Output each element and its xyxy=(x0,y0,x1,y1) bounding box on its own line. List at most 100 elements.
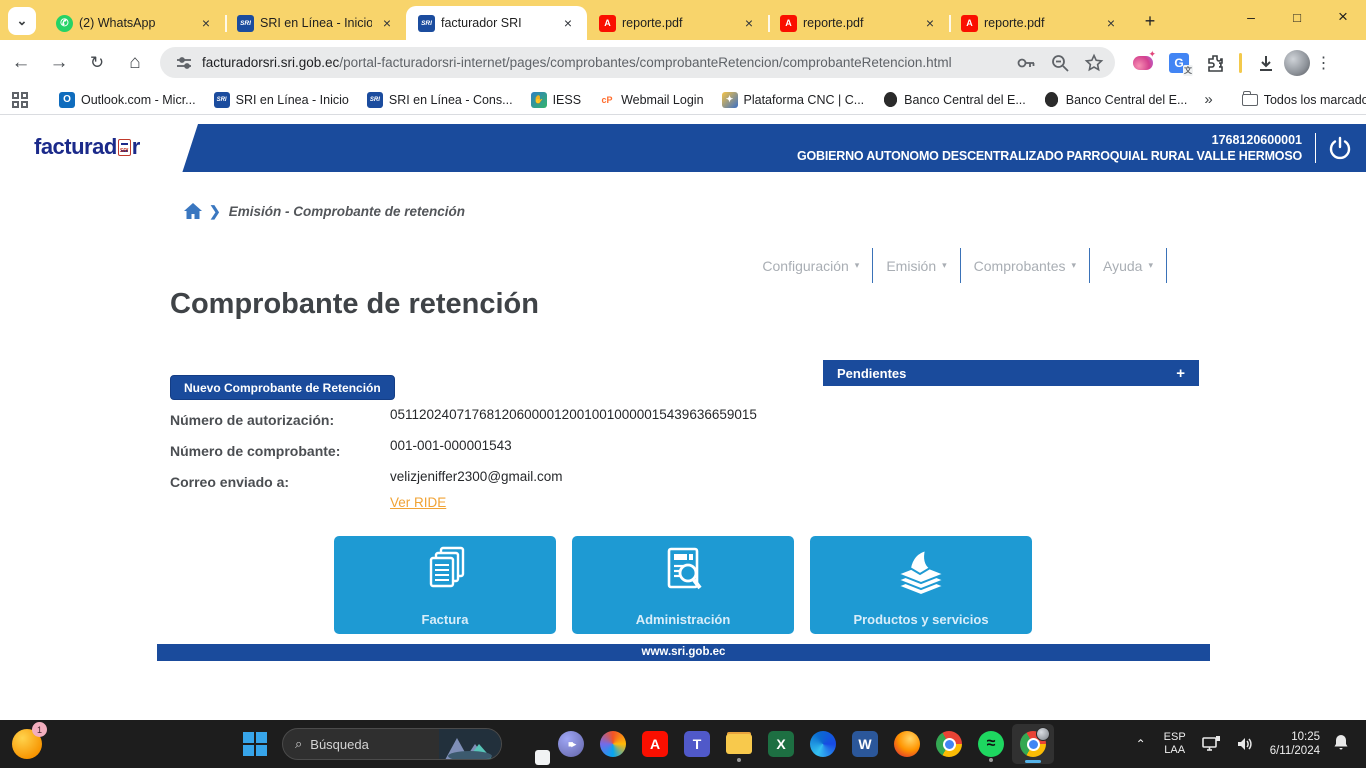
breadcrumb: Emisión - Comprobante de retención xyxy=(183,202,465,220)
chat-button[interactable] xyxy=(550,724,592,764)
tab-whatsapp[interactable]: (2) WhatsApp xyxy=(44,6,225,40)
excel-icon xyxy=(768,731,794,757)
minimize-button[interactable] xyxy=(1228,0,1274,34)
site-info-icon[interactable] xyxy=(174,53,194,73)
back-button[interactable] xyxy=(4,46,38,80)
nav-ayuda[interactable]: Ayuda xyxy=(1089,248,1166,283)
nav-configuracion[interactable]: Configuración xyxy=(749,248,872,283)
tray-chevron-icon[interactable] xyxy=(1126,737,1156,751)
site-header: facturadr 1768120600001 GOBIERNO AUTONOM… xyxy=(0,124,1366,172)
tab-reporte-pdf-1[interactable]: reporte.pdf xyxy=(587,6,768,40)
close-window-button[interactable] xyxy=(1320,0,1366,34)
window-controls xyxy=(1228,0,1366,34)
language-indicator[interactable]: ESPLAA xyxy=(1156,731,1194,757)
running-indicator xyxy=(989,758,993,762)
translate-icon[interactable] xyxy=(1166,50,1192,76)
close-icon[interactable] xyxy=(1102,14,1120,32)
tile-factura[interactable]: Factura xyxy=(334,536,556,634)
notifications-bell-icon[interactable] xyxy=(1328,733,1358,756)
volume-icon[interactable] xyxy=(1228,735,1262,753)
screen: (2) WhatsApp SRI en Línea - Inicio factu… xyxy=(0,0,1366,768)
bookmark-sri-consultas[interactable]: SRI en Línea - Cons... xyxy=(367,92,513,108)
bookmark-outlook[interactable]: Outlook.com - Micr... xyxy=(59,92,196,108)
bookmarks-overflow-chevron[interactable] xyxy=(1204,91,1212,108)
pendientes-panel-header[interactable]: Pendientes xyxy=(823,360,1199,386)
apps-grid-icon[interactable] xyxy=(12,92,28,108)
reload-button[interactable] xyxy=(80,46,114,80)
pdf-icon xyxy=(780,15,797,32)
date-text: 6/11/2024 xyxy=(1270,745,1320,757)
shortcut-tiles: Factura Administración xyxy=(334,536,1032,634)
bookmark-label: Outlook.com - Micr... xyxy=(81,93,196,107)
factura-icon xyxy=(417,544,473,602)
extensions-puzzle-icon[interactable] xyxy=(1202,50,1228,76)
menu-kebab-icon[interactable] xyxy=(1310,53,1342,73)
ver-ride-link[interactable]: Ver RIDE xyxy=(390,495,446,510)
lang-line2: LAA xyxy=(1164,744,1185,756)
downloads-icon[interactable] xyxy=(1253,50,1279,76)
bookmark-webmail[interactable]: Webmail Login xyxy=(599,92,703,108)
tab-reporte-pdf-2[interactable]: reporte.pdf xyxy=(768,6,949,40)
nuevo-comprobante-button[interactable]: Nuevo Comprobante de Retención xyxy=(170,375,395,400)
forward-button[interactable] xyxy=(42,46,76,80)
bookmark-star-icon[interactable] xyxy=(1083,52,1105,74)
home-button[interactable] xyxy=(118,46,152,80)
zoom-out-icon[interactable] xyxy=(1049,52,1071,74)
word-button[interactable] xyxy=(844,724,886,764)
profile-avatar[interactable] xyxy=(1284,50,1310,76)
chrome-button[interactable] xyxy=(928,724,970,764)
tab-search-button[interactable] xyxy=(8,7,36,35)
taskbar-search[interactable]: Búsqueda xyxy=(282,728,502,760)
firefox-button[interactable] xyxy=(886,724,928,764)
facturador-logo[interactable]: facturadr xyxy=(34,134,140,160)
folder-label: Todos los marcadores xyxy=(1264,93,1366,107)
tab-sri-en-linea[interactable]: SRI en Línea - Inicio xyxy=(225,6,406,40)
acrobat-button[interactable] xyxy=(634,724,676,764)
close-icon[interactable] xyxy=(197,14,215,32)
logo-text: facturad xyxy=(34,134,117,160)
network-display-icon[interactable] xyxy=(1194,735,1228,753)
bookmark-cnc[interactable]: Plataforma CNC | C... xyxy=(722,92,865,108)
excel-button[interactable] xyxy=(760,724,802,764)
toolbar-extensions xyxy=(1125,50,1342,76)
expand-plus-icon[interactable] xyxy=(1176,365,1185,382)
power-logout-icon[interactable] xyxy=(1326,134,1354,162)
close-icon[interactable] xyxy=(378,14,396,32)
bookmark-sri-inicio[interactable]: SRI en Línea - Inicio xyxy=(214,92,349,108)
bookmark-iess[interactable]: IESS xyxy=(531,92,582,108)
chrome-profile-button-active[interactable] xyxy=(1012,724,1054,764)
spotify-button[interactable] xyxy=(970,724,1012,764)
password-key-icon[interactable] xyxy=(1015,52,1037,74)
tile-label: Factura xyxy=(334,612,556,627)
tile-administracion[interactable]: Administración xyxy=(572,536,794,634)
new-tab-button[interactable] xyxy=(1136,7,1164,35)
nav-comprobantes[interactable]: Comprobantes xyxy=(960,248,1089,283)
acrobat-icon xyxy=(642,731,668,757)
nav-emision[interactable]: Emisión xyxy=(872,248,959,283)
close-icon[interactable] xyxy=(559,14,577,32)
file-explorer-button[interactable] xyxy=(718,724,760,764)
tab-title: (2) WhatsApp xyxy=(79,16,191,30)
home-breadcrumb-icon[interactable] xyxy=(183,202,203,220)
task-view-button[interactable] xyxy=(508,724,550,764)
maximize-button[interactable] xyxy=(1274,0,1320,34)
all-bookmarks-folder[interactable]: Todos los marcadores xyxy=(1242,93,1366,107)
tile-productos-servicios[interactable]: Productos y servicios xyxy=(810,536,1032,634)
start-button[interactable] xyxy=(234,724,276,764)
edge-button[interactable] xyxy=(802,724,844,764)
address-bar[interactable]: facturadorsri.sri.gob.ec/portal-facturad… xyxy=(160,47,1115,78)
teams-button[interactable] xyxy=(676,724,718,764)
clock[interactable]: 10:256/11/2024 xyxy=(1262,730,1328,758)
close-icon[interactable] xyxy=(740,14,758,32)
close-icon[interactable] xyxy=(921,14,939,32)
bookmark-banco-central-1[interactable]: Banco Central del E... xyxy=(882,92,1026,108)
tab-facturador-sri-active[interactable]: facturador SRI xyxy=(406,6,587,40)
ruc-number: 1768120600001 xyxy=(1212,133,1302,148)
search-icon xyxy=(295,736,302,752)
theme-extension-icon[interactable] xyxy=(1130,50,1156,76)
notification-badge: 1 xyxy=(32,722,47,737)
copilot-button[interactable] xyxy=(592,724,634,764)
whatsapp-icon xyxy=(56,15,73,32)
bookmark-banco-central-2[interactable]: Banco Central del E... xyxy=(1044,92,1188,108)
tab-reporte-pdf-3[interactable]: reporte.pdf xyxy=(949,6,1130,40)
